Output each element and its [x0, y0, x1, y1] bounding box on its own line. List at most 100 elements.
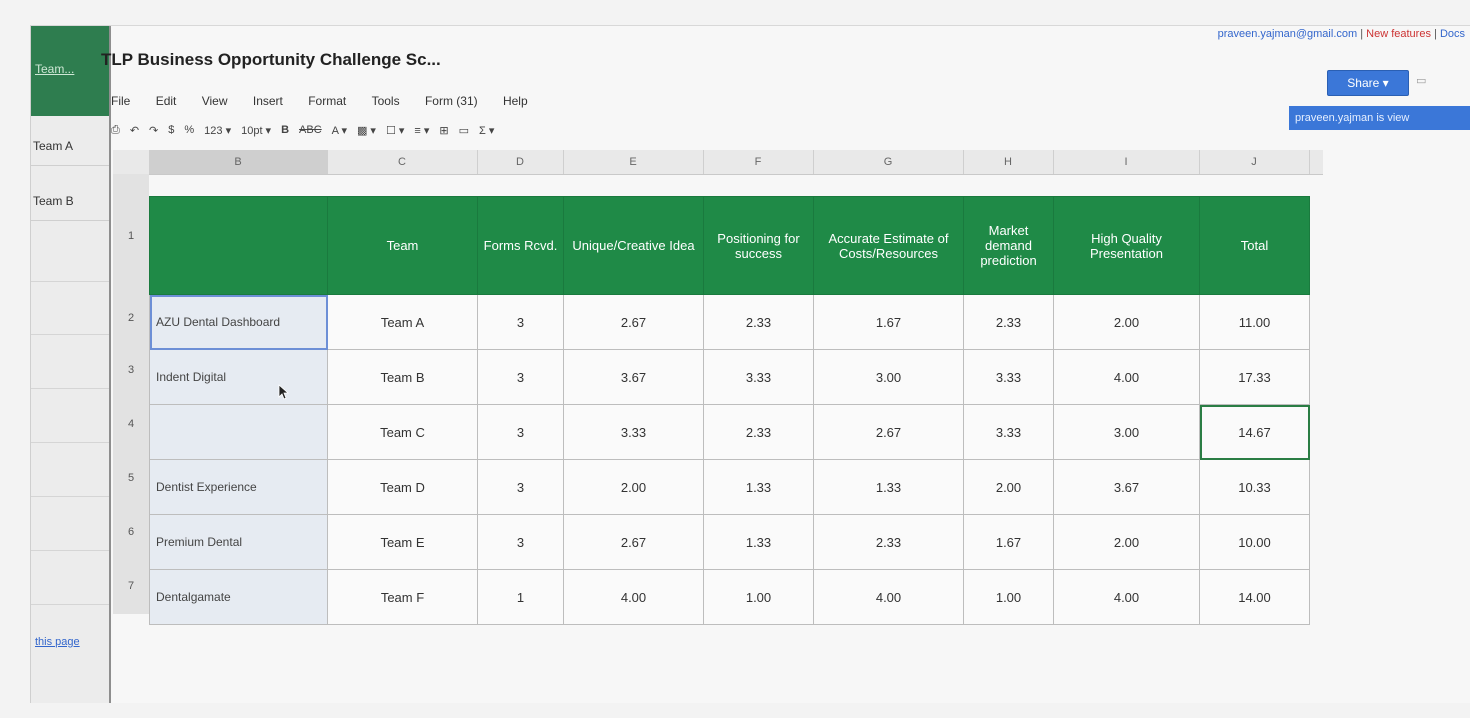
- table-header-cell[interactable]: Unique/Creative Idea: [563, 196, 704, 295]
- menu-edit[interactable]: Edit: [156, 94, 177, 108]
- fill-color-icon[interactable]: ▩ ▾: [357, 124, 376, 144]
- currency-format-button[interactable]: $: [168, 124, 174, 144]
- table-cell[interactable]: 2.67: [563, 514, 704, 570]
- left-sidebar-link[interactable]: Team...: [35, 62, 74, 76]
- strikethrough-button[interactable]: ABC: [299, 124, 322, 144]
- table-cell[interactable]: 3: [477, 514, 564, 570]
- table-cell[interactable]: 4.00: [1053, 569, 1200, 625]
- table-cell[interactable]: 2.33: [813, 514, 964, 570]
- table-header-cell[interactable]: Forms Rcvd.: [477, 196, 564, 295]
- column-header[interactable]: F: [703, 150, 814, 174]
- undo-icon[interactable]: ↶: [130, 124, 139, 144]
- table-cell[interactable]: 3: [477, 459, 564, 515]
- table-cell[interactable]: Dentist Experience: [149, 459, 328, 515]
- row-number[interactable]: 3: [113, 364, 149, 376]
- table-cell[interactable]: 11.00: [1199, 294, 1310, 350]
- column-header[interactable]: E: [563, 150, 704, 174]
- text-color-icon[interactable]: A ▾: [332, 124, 347, 144]
- table-cell[interactable]: Indent Digital: [149, 349, 328, 405]
- menu-view[interactable]: View: [202, 94, 228, 108]
- table-header-cell[interactable]: High Quality Presentation: [1053, 196, 1200, 295]
- menu-form[interactable]: Form (31): [425, 94, 478, 108]
- table-cell[interactable]: 2.67: [563, 294, 704, 350]
- overflow-button[interactable]: ▭: [1416, 74, 1426, 87]
- column-header[interactable]: H: [963, 150, 1054, 174]
- table-cell[interactable]: 10.00: [1199, 514, 1310, 570]
- table-cell[interactable]: Team B: [327, 349, 478, 405]
- table-cell[interactable]: 3.33: [963, 349, 1054, 405]
- row-number[interactable]: 6: [113, 526, 149, 538]
- this-page-link[interactable]: this page: [35, 636, 80, 648]
- table-cell[interactable]: Team D: [327, 459, 478, 515]
- table-cell[interactable]: 2.00: [963, 459, 1054, 515]
- left-sidebar-team-a[interactable]: Team A: [31, 126, 109, 166]
- font-size-dropdown[interactable]: 10pt ▾: [241, 124, 271, 144]
- column-header[interactable]: C: [327, 150, 478, 174]
- table-cell[interactable]: 2.33: [963, 294, 1054, 350]
- column-header[interactable]: I: [1053, 150, 1200, 174]
- table-cell[interactable]: 4.00: [1053, 349, 1200, 405]
- new-features-link[interactable]: New features: [1366, 28, 1431, 40]
- table-cell[interactable]: 3.33: [703, 349, 814, 405]
- table-header-cell[interactable]: Total: [1199, 196, 1310, 295]
- table-cell[interactable]: 4.00: [813, 569, 964, 625]
- table-cell[interactable]: 2.33: [703, 404, 814, 460]
- table-cell[interactable]: Team F: [327, 569, 478, 625]
- table-cell[interactable]: Premium Dental: [149, 514, 328, 570]
- table-cell[interactable]: 1.67: [963, 514, 1054, 570]
- row-number[interactable]: 7: [113, 580, 149, 592]
- table-cell[interactable]: 14.67: [1199, 404, 1310, 460]
- table-cell[interactable]: Team E: [327, 514, 478, 570]
- row-number[interactable]: 2: [113, 312, 149, 324]
- table-cell[interactable]: 1.33: [813, 459, 964, 515]
- column-header[interactable]: B: [149, 150, 328, 174]
- table-cell[interactable]: 2.67: [813, 404, 964, 460]
- table-cell[interactable]: Team A: [327, 294, 478, 350]
- table-cell[interactable]: 3.33: [563, 404, 704, 460]
- table-header-cell[interactable]: Accurate Estimate of Costs/Resources: [813, 196, 964, 295]
- table-cell[interactable]: 2.00: [1053, 514, 1200, 570]
- table-cell[interactable]: 17.33: [1199, 349, 1310, 405]
- table-cell[interactable]: 1.33: [703, 459, 814, 515]
- table-cell[interactable]: 1.00: [963, 569, 1054, 625]
- table-header-cell[interactable]: Positioning for success: [703, 196, 814, 295]
- column-header[interactable]: J: [1199, 150, 1310, 174]
- row-number[interactable]: 5: [113, 472, 149, 484]
- functions-icon[interactable]: Σ ▾: [479, 124, 494, 144]
- table-header-cell[interactable]: Team: [327, 196, 478, 295]
- table-cell[interactable]: 1.00: [703, 569, 814, 625]
- merge-cells-icon[interactable]: ⊞: [439, 124, 448, 144]
- bold-button[interactable]: B: [281, 124, 289, 144]
- menu-format[interactable]: Format: [308, 94, 346, 108]
- document-title[interactable]: TLP Business Opportunity Challenge Sc...: [101, 50, 441, 70]
- table-header-cell[interactable]: Market demand prediction: [963, 196, 1054, 295]
- align-icon[interactable]: ≡ ▾: [414, 124, 429, 144]
- table-cell[interactable]: 14.00: [1199, 569, 1310, 625]
- share-button[interactable]: Share ▾: [1327, 70, 1409, 96]
- table-cell[interactable]: 4.00: [563, 569, 704, 625]
- table-cell[interactable]: 10.33: [1199, 459, 1310, 515]
- table-cell[interactable]: Team C: [327, 404, 478, 460]
- table-cell[interactable]: Dentalgamate: [149, 569, 328, 625]
- borders-icon[interactable]: ☐ ▾: [386, 124, 404, 144]
- table-cell[interactable]: 1: [477, 569, 564, 625]
- table-header-cell[interactable]: [149, 196, 328, 295]
- table-cell[interactable]: 3: [477, 294, 564, 350]
- table-cell[interactable]: 2.00: [563, 459, 704, 515]
- table-cell[interactable]: 3.33: [963, 404, 1054, 460]
- table-cell[interactable]: 2.00: [1053, 294, 1200, 350]
- wrap-text-icon[interactable]: ▭: [459, 124, 469, 144]
- table-cell[interactable]: AZU Dental Dashboard: [149, 294, 328, 350]
- table-cell[interactable]: 3.00: [1053, 404, 1200, 460]
- table-cell[interactable]: 3.67: [563, 349, 704, 405]
- menu-insert[interactable]: Insert: [253, 94, 283, 108]
- row-number[interactable]: 4: [113, 418, 149, 430]
- table-cell[interactable]: 2.33: [703, 294, 814, 350]
- table-cell[interactable]: 1.67: [813, 294, 964, 350]
- table-cell[interactable]: 3: [477, 349, 564, 405]
- column-header[interactable]: G: [813, 150, 964, 174]
- redo-icon[interactable]: ↷: [149, 124, 158, 144]
- select-all-corner[interactable]: [113, 150, 150, 174]
- table-cell[interactable]: 3: [477, 404, 564, 460]
- table-cell[interactable]: 3.00: [813, 349, 964, 405]
